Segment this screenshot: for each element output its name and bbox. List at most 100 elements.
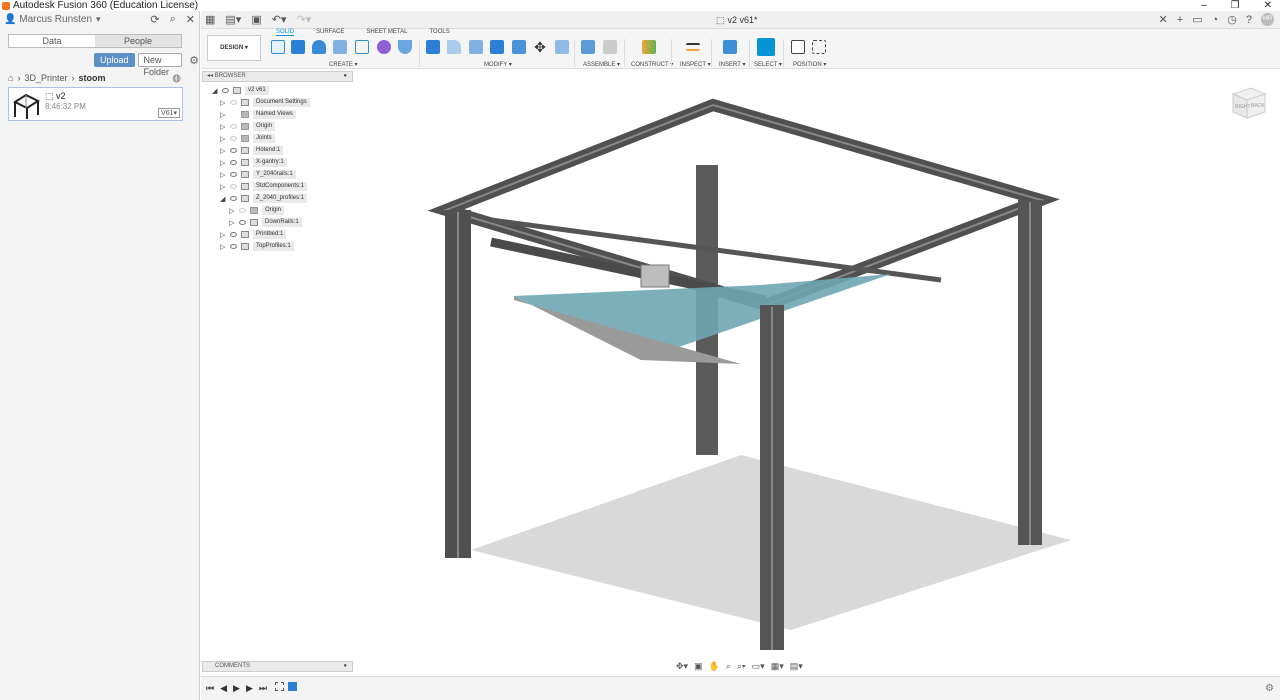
3d-viewport[interactable] xyxy=(201,70,1280,675)
tab-data[interactable]: Data xyxy=(9,35,95,47)
refresh-icon[interactable]: ⟳ xyxy=(150,13,159,26)
move-icon[interactable]: ✥ xyxy=(533,40,547,54)
new-component-icon[interactable] xyxy=(581,40,595,54)
assemble-menu[interactable]: ASSEMBLE ▾ xyxy=(583,61,620,68)
shell-icon[interactable] xyxy=(490,40,504,54)
go-to-start-icon[interactable]: ⏮ xyxy=(206,683,214,694)
collapse-icon[interactable]: ◂◂ xyxy=(207,73,213,79)
zoom-icon[interactable]: ⌕ xyxy=(726,661,731,672)
sweep-icon[interactable] xyxy=(333,40,347,54)
tree-node[interactable]: ▷ Document Settings xyxy=(220,97,310,108)
select-menu[interactable]: SELECT ▾ xyxy=(754,61,782,68)
select-icon[interactable] xyxy=(757,38,775,56)
tab-solid[interactable]: SOLID xyxy=(276,29,295,36)
tree-node[interactable]: ▷ StdComponents:1 xyxy=(220,181,308,192)
home-icon[interactable]: ⌂ xyxy=(8,73,13,83)
workspace-switcher[interactable]: DESIGN ▾ xyxy=(207,35,261,61)
tab-surface[interactable]: SURFACE xyxy=(316,29,344,36)
display-settings-icon[interactable]: ▭▾ xyxy=(752,661,765,672)
create-menu[interactable]: CREATE ▾ xyxy=(329,61,358,68)
gear-icon[interactable]: ⚙ xyxy=(189,54,199,67)
grid-settings-icon[interactable]: ▦▾ xyxy=(771,661,784,672)
tree-node[interactable]: ▷ DownRails:1 xyxy=(229,217,302,228)
form-icon[interactable] xyxy=(377,40,391,54)
press-pull-icon[interactable] xyxy=(426,40,440,54)
fit-icon[interactable]: ⌕▾ xyxy=(737,661,746,672)
pin-icon[interactable]: ● xyxy=(343,72,347,81)
help-icon[interactable]: ? xyxy=(1246,14,1252,26)
tree-node[interactable]: ▷ Printbed:1 xyxy=(220,229,287,240)
hole-icon[interactable] xyxy=(398,40,412,54)
upload-button[interactable]: Upload xyxy=(94,53,135,67)
user-name[interactable]: Marcus Runsten xyxy=(19,14,92,25)
version-badge[interactable]: V61▾ xyxy=(158,108,180,118)
revert-position-icon[interactable] xyxy=(812,40,826,54)
chevron-down-icon[interactable]: ▾ xyxy=(96,14,101,25)
insert-image-icon[interactable] xyxy=(723,40,737,54)
tab-people[interactable]: People xyxy=(95,35,181,47)
avatar[interactable]: MR xyxy=(1261,13,1274,26)
position-menu[interactable]: POSITION ▾ xyxy=(793,61,826,68)
viewports-icon[interactable]: ▤▾ xyxy=(790,661,803,672)
timeline-feature-icon[interactable] xyxy=(288,682,297,691)
user-row[interactable]: 👤 Marcus Runsten ▾ ⟳ ⌕ ✕ xyxy=(0,11,199,27)
new-folder-button[interactable]: New Folder xyxy=(137,53,183,77)
pin-icon[interactable]: ● xyxy=(343,662,347,671)
minimize-button[interactable]: – xyxy=(1201,0,1207,11)
grid-menu-icon[interactable]: ▦ xyxy=(205,13,215,26)
measure-icon[interactable] xyxy=(686,43,700,51)
extrude-icon[interactable] xyxy=(291,40,305,54)
step-back-icon[interactable]: ◀ xyxy=(220,683,227,694)
tree-node[interactable]: ▷ TopProfiles:1 xyxy=(220,241,294,252)
inspect-menu[interactable]: INSPECT ▾ xyxy=(680,61,711,68)
tree-node[interactable]: ▷ Named Views xyxy=(220,109,296,120)
timeline-feature-icon[interactable] xyxy=(275,682,284,691)
notifications-icon[interactable]: ◷ xyxy=(1227,13,1237,26)
tab-sheet-metal[interactable]: SHEET METAL xyxy=(366,29,407,36)
breadcrumb-project[interactable]: 3D_Printer xyxy=(24,73,67,83)
offset-plane-icon[interactable] xyxy=(642,40,656,54)
step-forward-icon[interactable]: ▶ xyxy=(246,683,253,694)
tab-tools[interactable]: TOOLS xyxy=(429,29,449,36)
job-status-icon[interactable]: ▭ xyxy=(1192,13,1202,26)
insert-menu[interactable]: INSERT ▾ xyxy=(719,61,745,68)
chamfer-icon[interactable] xyxy=(469,40,483,54)
browser-header[interactable]: ◂◂ BROWSER ● xyxy=(202,71,353,82)
combine-icon[interactable] xyxy=(512,40,526,54)
close-tab-icon[interactable]: ✕ xyxy=(1159,13,1168,26)
new-sketch-icon[interactable] xyxy=(271,40,285,54)
play-icon[interactable]: ▶ xyxy=(233,683,240,694)
redo-icon[interactable]: ↷▾ xyxy=(296,13,311,26)
view-cube[interactable]: RIGHT BACK xyxy=(1229,82,1269,122)
tree-node[interactable]: ▷ Hotend:1 xyxy=(220,145,284,156)
joint-icon[interactable] xyxy=(603,40,617,54)
tree-node[interactable]: ▷ Origin xyxy=(220,121,276,132)
close-icon[interactable]: ✕ xyxy=(186,13,195,26)
extensions-icon[interactable]: ◔ xyxy=(1212,14,1219,26)
save-icon[interactable]: ▣ xyxy=(251,13,261,26)
search-icon[interactable]: ⌕ xyxy=(170,13,176,26)
restore-button[interactable]: ❐ xyxy=(1231,0,1240,11)
close-button[interactable]: ✕ xyxy=(1264,0,1272,11)
document-tab[interactable]: ⬚ v2 v61* xyxy=(716,15,758,26)
tree-root[interactable]: ◢ v2 v61 xyxy=(212,85,269,96)
loft-icon[interactable] xyxy=(355,40,369,54)
tree-node[interactable]: ▷ X-gantry:1 xyxy=(220,157,287,168)
file-card[interactable]: ⬚ v2 8:46:32 PM V61▾ xyxy=(8,87,183,121)
orbit-icon[interactable]: ✥▾ xyxy=(676,661,688,672)
capture-position-icon[interactable] xyxy=(791,40,805,54)
look-at-icon[interactable]: ▣ xyxy=(694,661,703,672)
revolve-icon[interactable] xyxy=(312,40,326,54)
comments-panel[interactable]: COMMENTS ● xyxy=(202,661,353,672)
fillet-icon[interactable] xyxy=(447,40,461,54)
pan-icon[interactable]: ✋ xyxy=(709,661,720,672)
gear-icon[interactable]: ⚙ xyxy=(1265,683,1274,694)
go-to-end-icon[interactable]: ⏭ xyxy=(259,683,267,694)
members-icon[interactable]: ◍ xyxy=(172,73,181,84)
tree-node[interactable]: ▷ Y_2040rails:1 xyxy=(220,169,296,180)
tree-node[interactable]: ▷ Joints xyxy=(220,133,275,144)
tree-node[interactable]: ▷ Origin xyxy=(229,205,285,216)
new-tab-icon[interactable]: + xyxy=(1177,14,1183,26)
file-menu-icon[interactable]: ▤▾ xyxy=(225,13,241,26)
modify-menu[interactable]: MODIFY ▾ xyxy=(484,61,512,68)
